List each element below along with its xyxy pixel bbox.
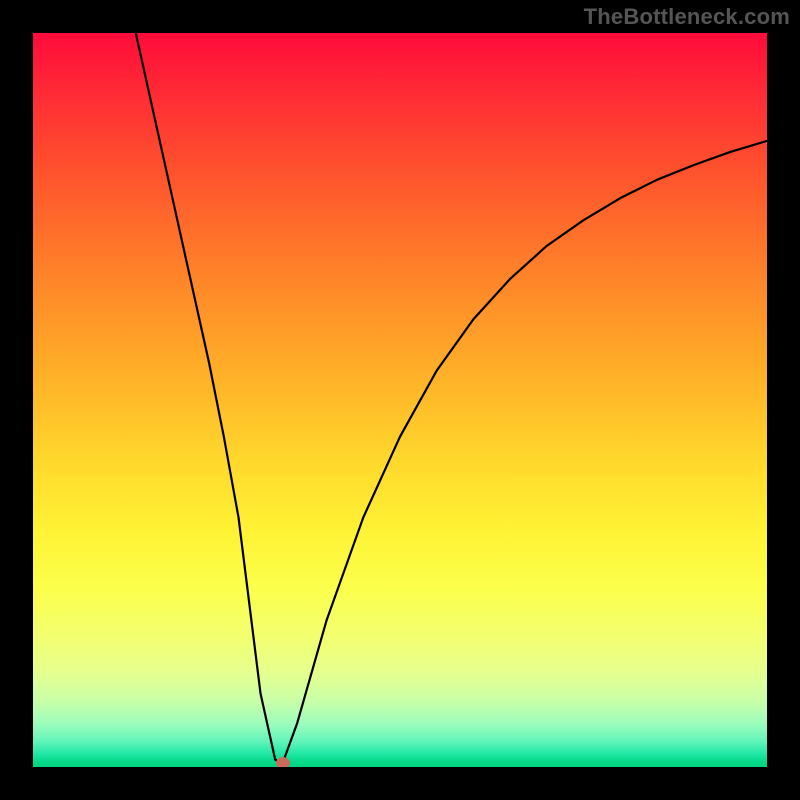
curve-svg bbox=[33, 33, 767, 767]
attribution-text: TheBottleneck.com bbox=[584, 4, 790, 30]
plot-area bbox=[33, 33, 767, 767]
chart-frame: TheBottleneck.com bbox=[0, 0, 800, 800]
bottleneck-curve bbox=[136, 33, 767, 763]
optimal-point-marker bbox=[276, 757, 290, 767]
